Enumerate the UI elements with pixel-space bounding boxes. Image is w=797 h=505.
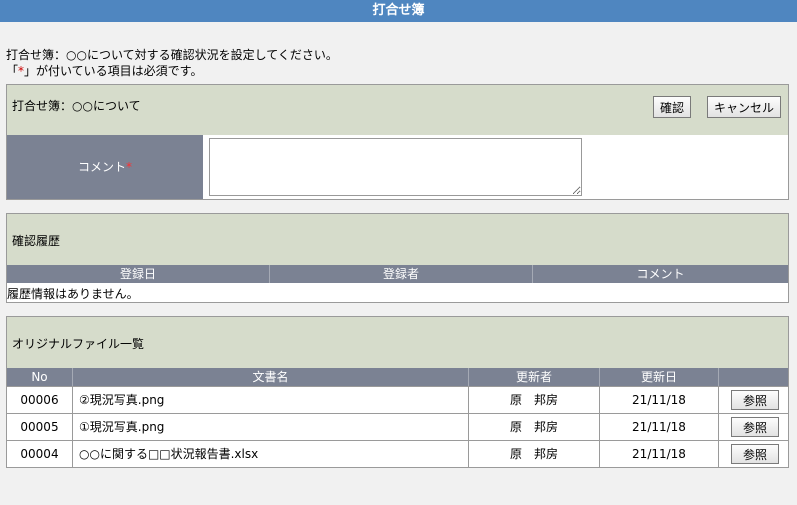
column-header-date: 更新日 [600, 368, 719, 386]
confirm-panel: 打合せ簿：○○について 確認 キャンセル コメント* [6, 84, 789, 200]
history-panel-title: 確認履歴 [12, 234, 61, 248]
file-updater: 原 邦房 [469, 441, 600, 467]
file-no: 00004 [7, 441, 73, 467]
column-header: 登録日 [7, 265, 270, 283]
history-table-header: 登録日 登録者 コメント [7, 265, 788, 283]
required-note-prefix: 「 [6, 64, 19, 78]
required-note: 「*」が付いている項目は必須です。 [6, 63, 338, 79]
file-date: 21/11/18 [600, 414, 719, 440]
table-row: 00006 ②現況写真.png 原 邦房 21/11/18 参照 [7, 386, 788, 413]
comment-label-text: コメント [77, 160, 126, 174]
instruction-line: 打合せ簿：○○について対する確認状況を設定してください。 [6, 48, 338, 62]
comment-label: コメント* [7, 135, 203, 199]
required-note-suffix: 」が付いている項目は必須です。 [24, 64, 203, 78]
file-no: 00006 [7, 387, 73, 413]
instructions: 打合せ簿：○○について対する確認状況を設定してください。 「*」が付いている項目… [6, 47, 338, 79]
file-action-cell: 参照 [719, 414, 788, 440]
confirm-panel-header: 打合せ簿：○○について 確認 キャンセル [7, 85, 788, 135]
files-table-header: No 文書名 更新者 更新日 [7, 368, 788, 386]
column-header: 登録者 [270, 265, 533, 283]
history-panel: 確認履歴 登録日 登録者 コメント 履歴情報はありません。 [6, 213, 789, 303]
column-header-document: 文書名 [73, 368, 469, 386]
file-date: 21/11/18 [600, 387, 719, 413]
cancel-button[interactable]: キャンセル [707, 96, 782, 118]
column-header: コメント [636, 267, 685, 281]
file-name: ②現況写真.png [73, 387, 469, 413]
table-row: 00004 ○○に関する□□状況報告書.xlsx 原 邦房 21/11/18 参… [7, 440, 788, 467]
files-panel-title: オリジナルファイル一覧 [12, 337, 145, 351]
file-action-cell: 参照 [719, 387, 788, 413]
comment-required-mark: * [126, 160, 132, 174]
file-updater: 原 邦房 [469, 387, 600, 413]
file-updater: 原 邦房 [469, 414, 600, 440]
file-date: 21/11/18 [600, 441, 719, 467]
view-button[interactable]: 参照 [731, 417, 779, 437]
files-panel-header: オリジナルファイル一覧 [7, 317, 788, 368]
column-header-action [719, 368, 788, 386]
view-button[interactable]: 参照 [731, 390, 779, 410]
column-header-updater: 更新者 [469, 368, 600, 386]
history-panel-header: 確認履歴 [7, 214, 788, 265]
files-panel: オリジナルファイル一覧 No 文書名 更新者 更新日 00006 ②現況写真.p… [6, 316, 789, 468]
confirm-button[interactable]: 確認 [653, 96, 692, 118]
file-no: 00005 [7, 414, 73, 440]
file-action-cell: 参照 [719, 441, 788, 467]
comment-textarea[interactable] [209, 138, 582, 196]
table-row: 00005 ①現況写真.png 原 邦房 21/11/18 参照 [7, 413, 788, 440]
file-name: ○○に関する□□状況報告書.xlsx [73, 441, 469, 467]
column-header-no: No [7, 368, 73, 386]
confirm-panel-title: 打合せ簿：○○について [12, 99, 141, 113]
window-title: 打合せ簿 [0, 0, 797, 22]
view-button[interactable]: 参照 [731, 444, 779, 464]
file-name: ①現況写真.png [73, 414, 469, 440]
history-empty-message: 履歴情報はありません。 [7, 287, 139, 301]
